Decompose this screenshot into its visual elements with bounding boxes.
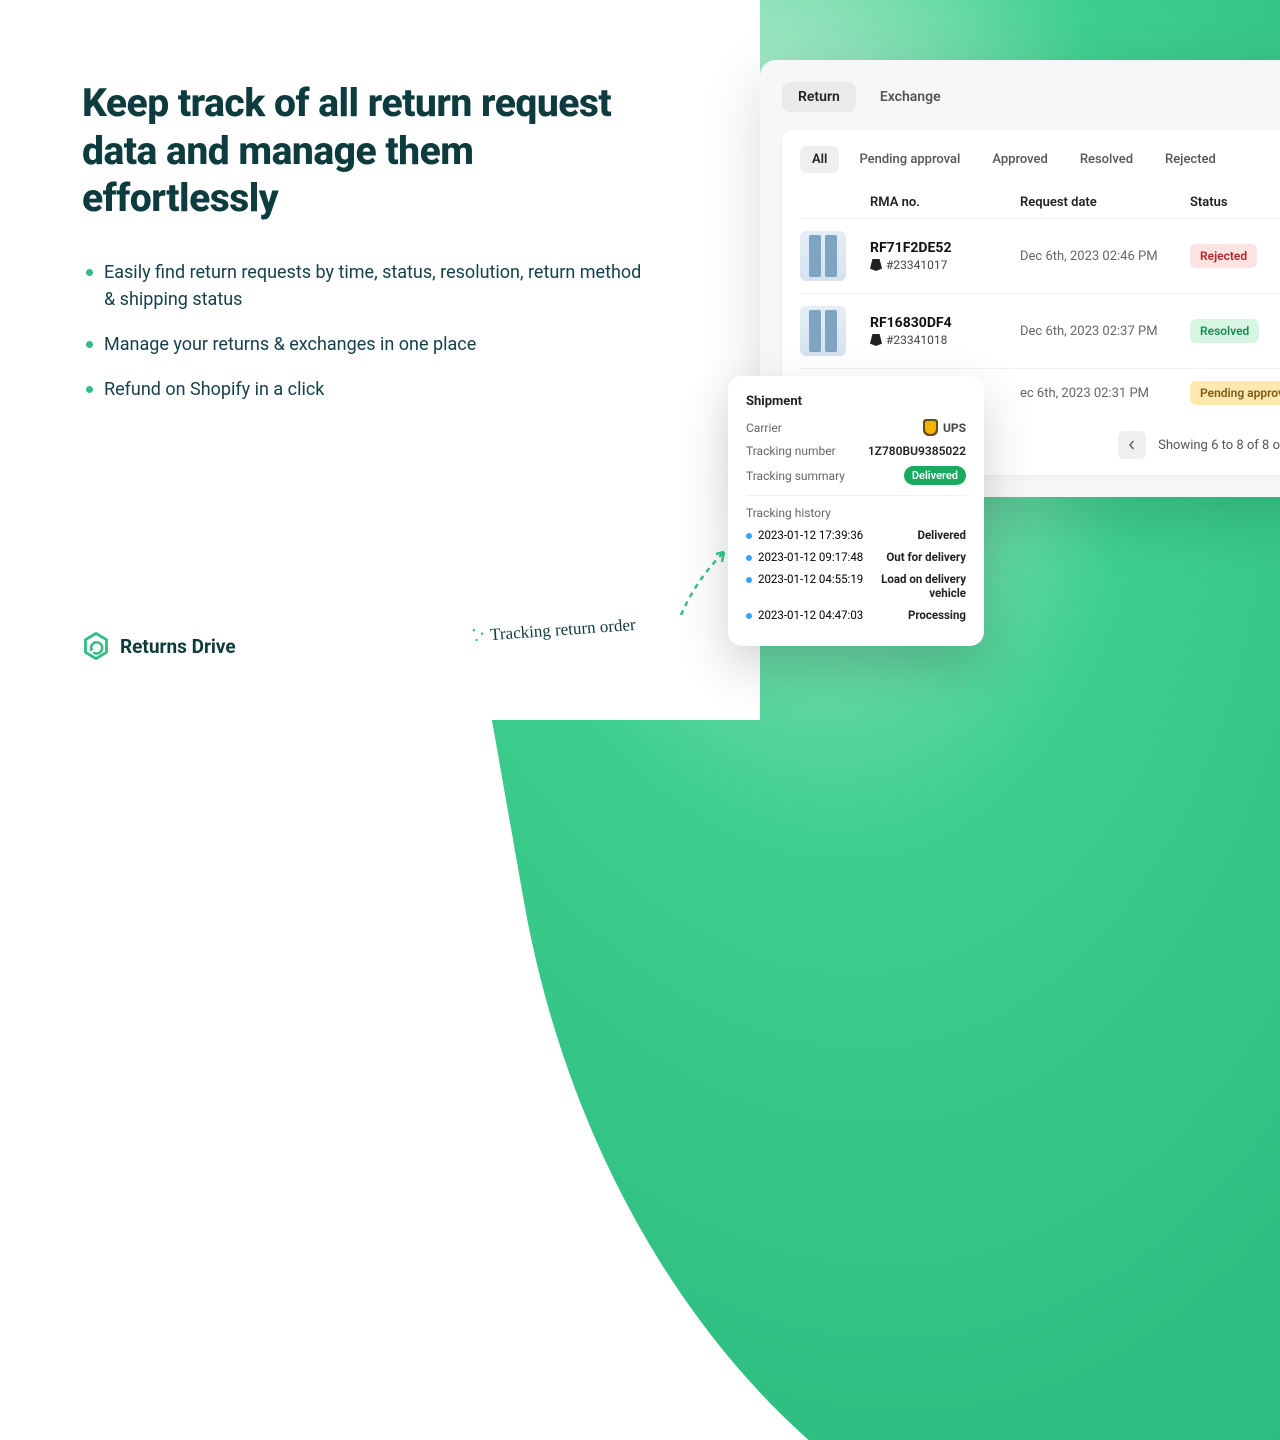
handwritten-annotation: Tracking return order [490, 620, 636, 640]
rma-number: RF71F2DE52 [870, 240, 1020, 256]
rma-cell: RF71F2DE52 #23341017 [870, 240, 1020, 272]
chevron-left-icon [1127, 440, 1137, 450]
divider [746, 495, 966, 496]
col-rma: RMA no. [870, 195, 1020, 210]
shopify-icon [870, 259, 882, 271]
logo-icon [82, 632, 110, 660]
request-date: Dec 6th, 2023 02:37 PM [1020, 324, 1190, 339]
request-date: ec 6th, 2023 02:31 PM [1020, 386, 1190, 401]
product-thumb [800, 306, 846, 356]
rma-cell: RF16830DF4 #23341018 [870, 315, 1020, 347]
filter-resolved[interactable]: Resolved [1068, 146, 1145, 173]
tracking-summary-label: Tracking summary [746, 469, 845, 483]
shipment-heading: Shipment [746, 394, 966, 409]
table-header: RMA no. Request date Status [800, 187, 1280, 218]
tab-exchange[interactable]: Exchange [864, 82, 957, 112]
tracking-history-row: 2023-01-12 04:55:19 Load on delivery veh… [746, 572, 966, 600]
ups-icon [923, 419, 938, 436]
tracking-history-row: 2023-01-12 04:47:03 Processing [746, 608, 966, 622]
logo-text: Returns Drive [120, 635, 236, 658]
filter-pending[interactable]: Pending approval [847, 146, 972, 173]
table-row[interactable]: RF71F2DE52 #23341017 Dec 6th, 2023 02:46… [800, 218, 1280, 293]
tracking-history-title: Tracking history [746, 506, 966, 520]
product-logo: Returns Drive [82, 632, 236, 660]
feature-item: Easily find return requests by time, sta… [82, 259, 642, 313]
order-number: #23341018 [886, 333, 947, 347]
col-date: Request date [1020, 195, 1190, 210]
shipment-popover: Shipment Carrier UPS Tracking number 1Z7… [728, 376, 984, 646]
request-date: Dec 6th, 2023 02:46 PM [1020, 249, 1190, 264]
tracking-summary-badge: Delivered [904, 466, 966, 485]
top-tabs: Return Exchange [782, 82, 1280, 112]
filter-all[interactable]: All [800, 146, 839, 173]
filter-rejected[interactable]: Rejected [1153, 146, 1228, 173]
pager-prev[interactable] [1118, 431, 1146, 459]
pager-text: Showing 6 to 8 of 8 o [1158, 438, 1280, 453]
col-status: Status [1190, 195, 1280, 210]
tracking-history-row: 2023-01-12 09:17:48 Out for delivery [746, 550, 966, 564]
carrier-value: UPS [923, 419, 966, 436]
status-badge: Resolved [1190, 319, 1259, 343]
rma-number: RF16830DF4 [870, 315, 1020, 331]
tab-return[interactable]: Return [782, 82, 856, 112]
feature-item: Manage your returns & exchanges in one p… [82, 331, 642, 358]
page-title: Keep track of all return request data an… [82, 80, 642, 223]
feature-list: Easily find return requests by time, sta… [82, 259, 642, 403]
arrow-annotation-icon [676, 540, 736, 620]
carrier-label: Carrier [746, 421, 782, 435]
product-thumb [800, 231, 846, 281]
table-row[interactable]: RF16830DF4 #23341018 Dec 6th, 2023 02:37… [800, 293, 1280, 368]
order-number: #23341017 [886, 258, 947, 272]
tracking-history-row: 2023-01-12 17:39:36 Delivered [746, 528, 966, 542]
left-panel: Keep track of all return request data an… [82, 80, 642, 421]
feature-item: Refund on Shopify in a click [82, 376, 642, 403]
shopify-icon [870, 334, 882, 346]
status-filter-row: All Pending approval Approved Resolved R… [800, 146, 1280, 173]
status-badge: Pending approval [1190, 381, 1280, 405]
tracking-number-label: Tracking number [746, 444, 836, 458]
tracking-number-value: 1Z780BU9385022 [868, 444, 966, 458]
status-badge: Rejected [1190, 244, 1257, 268]
filter-approved[interactable]: Approved [980, 146, 1060, 173]
